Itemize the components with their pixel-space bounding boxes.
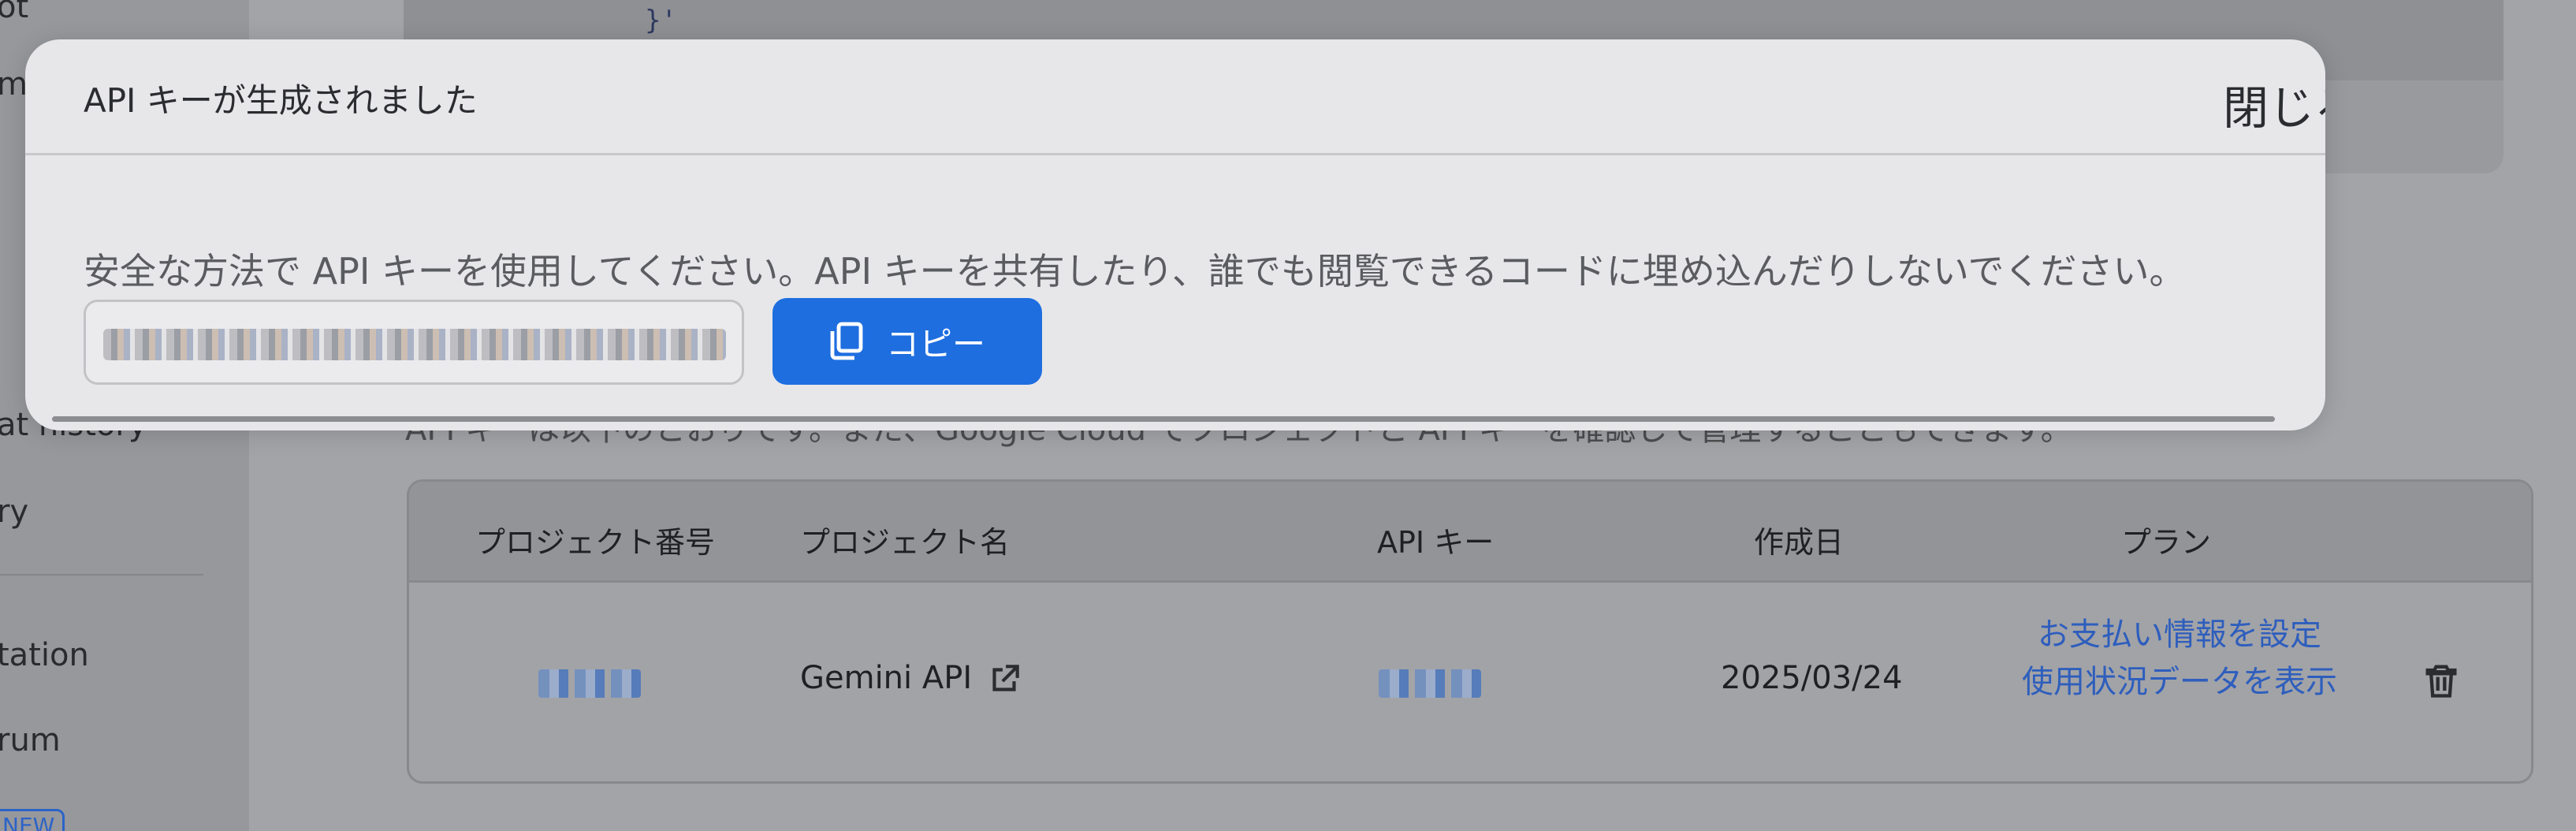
project-name: Gemini API bbox=[800, 660, 973, 696]
sidebar-item-library[interactable]: ry bbox=[0, 494, 28, 530]
sidebar-item-0[interactable]: ot bbox=[0, 0, 28, 25]
new-badge: NEW bbox=[0, 809, 65, 831]
created-date: 2025/03/24 bbox=[1721, 660, 1903, 696]
header-created: 作成日 bbox=[1754, 525, 1845, 560]
copy-icon bbox=[830, 322, 863, 360]
sidebar-item-documentation[interactable]: tation bbox=[0, 637, 89, 673]
copy-button[interactable]: コピー bbox=[772, 298, 1042, 385]
trash-icon[interactable] bbox=[2421, 660, 2462, 701]
set-billing-link[interactable]: お支払い情報を設定 bbox=[2014, 611, 2345, 658]
sidebar-item-forum[interactable]: rum bbox=[0, 722, 61, 758]
api-key-modal: API キーが生成されました 閉じる 安全な方法で API キーを使用してくださ… bbox=[25, 39, 2325, 430]
header-project-number: プロジェクト番号 bbox=[475, 525, 716, 560]
sidebar-item-1[interactable]: m bbox=[0, 66, 28, 102]
api-keys-table: プロジェクト番号 プロジェクト名 API キー 作成日 プラン Gemini A… bbox=[407, 479, 2533, 784]
page: ot m at history ry tation rum NEW }' API… bbox=[0, 0, 2576, 831]
header-project-name: プロジェクト名 bbox=[800, 525, 1011, 560]
api-key-value-redacted bbox=[103, 329, 726, 360]
sidebar-divider bbox=[0, 574, 203, 576]
api-key-field[interactable] bbox=[84, 300, 744, 385]
copy-button-label: コピー bbox=[885, 324, 985, 363]
external-link-icon[interactable] bbox=[985, 660, 1024, 699]
horizontal-scrollbar[interactable] bbox=[52, 416, 2275, 422]
close-button[interactable]: 閉じる bbox=[2223, 71, 2325, 137]
header-plan: プラン bbox=[2121, 525, 2212, 560]
code-text: }' bbox=[645, 5, 677, 36]
view-usage-link[interactable]: 使用状況データを表示 bbox=[2014, 658, 2345, 706]
api-key-redacted[interactable] bbox=[1379, 669, 1481, 698]
modal-warning-text: 安全な方法で API キーを使用してください。API キーを共有したり、誰でも閲… bbox=[84, 250, 2186, 293]
modal-title: API キーが生成されました bbox=[84, 81, 478, 120]
header-api-key: API キー bbox=[1377, 525, 1495, 560]
modal-divider bbox=[25, 153, 2325, 155]
project-number-redacted bbox=[538, 669, 641, 698]
table-header: プロジェクト番号 プロジェクト名 API キー 作成日 プラン bbox=[409, 482, 2531, 583]
